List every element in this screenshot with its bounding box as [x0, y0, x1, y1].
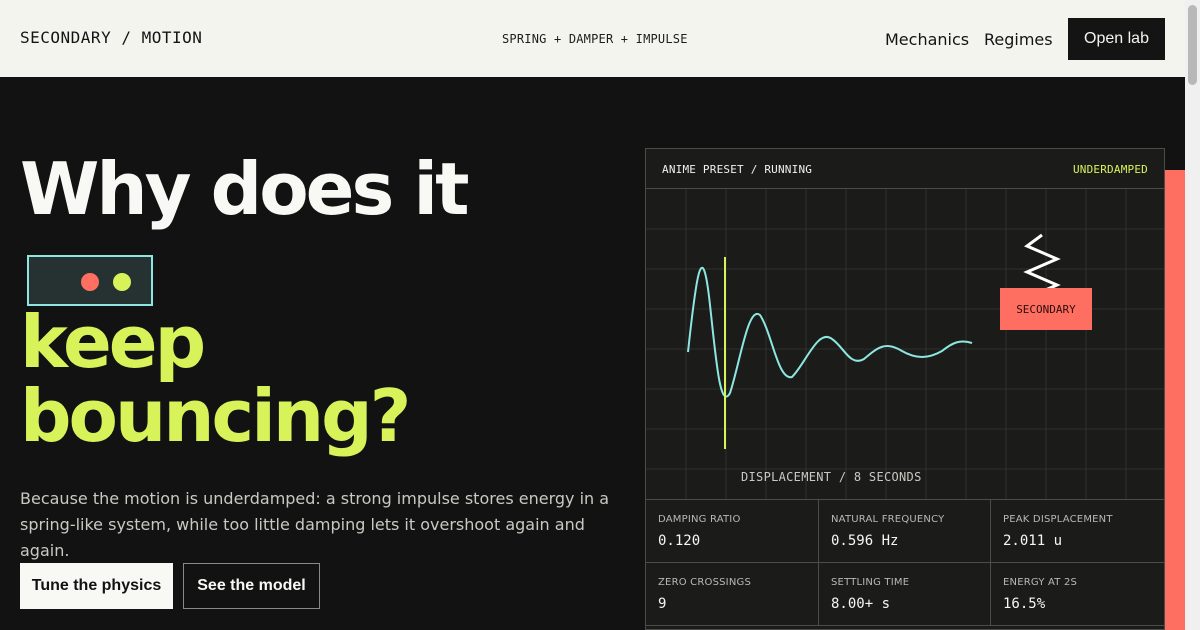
displacement-plot: [646, 189, 1164, 499]
stat-label: ZERO CROSSINGS: [658, 577, 751, 588]
stat-value: 16.5%: [1003, 596, 1046, 612]
two-dot-face-icon: [27, 255, 153, 306]
see-model-button[interactable]: See the model: [183, 563, 320, 609]
brand-logo-text[interactable]: SECONDARY / MOTION: [20, 28, 202, 47]
stat-value: 0.120: [658, 533, 701, 549]
scrollbar-thumb[interactable]: [1188, 5, 1197, 85]
stat-value: 8.00+ s: [831, 596, 891, 612]
physics-stats-grid: DAMPING RATIO 0.120 NATURAL FREQUENCY 0.…: [646, 499, 1164, 626]
plot-caption: DISPLACEMENT / 8 SECONDS: [741, 470, 922, 484]
stat-value: 0.596 Hz: [831, 533, 899, 549]
stat-value: 9: [658, 596, 667, 612]
stat-label: NATURAL FREQUENCY: [831, 514, 945, 525]
stat-label: DAMPING RATIO: [658, 514, 741, 525]
stat-settling-time: SETTLING TIME 8.00+ s: [819, 563, 991, 626]
physics-lab-panel: ANIME PRESET / RUNNING UNDERDAMPED SECON…: [645, 148, 1165, 630]
stat-damping-ratio: DAMPING RATIO 0.120: [646, 500, 819, 563]
hero-description: Because the motion is underdamped: a str…: [20, 489, 610, 560]
mass-label: SECONDARY: [1016, 302, 1076, 316]
stat-label: SETTLING TIME: [831, 577, 910, 588]
top-navigation-bar: SECONDARY / MOTION SPRING + DAMPER + IMP…: [0, 0, 1185, 77]
open-lab-button[interactable]: Open lab: [1068, 18, 1165, 60]
damping-state-label: UNDERDAMPED: [1072, 163, 1148, 176]
lab-preset-title: ANIME PRESET / RUNNING: [662, 163, 813, 176]
displacement-curve: [687, 266, 973, 398]
coral-dot-icon: [81, 273, 99, 291]
lab-panel-header: ANIME PRESET / RUNNING UNDERDAMPED: [646, 149, 1164, 189]
page-scrollbar[interactable]: [1185, 0, 1200, 630]
lime-dot-icon: [113, 273, 131, 291]
header-tagline: SPRING + DAMPER + IMPULSE: [502, 32, 688, 46]
stat-label: ENERGY AT 2S: [1003, 577, 1078, 588]
stat-peak-displacement: PEAK DISPLACEMENT 2.011 u: [991, 500, 1164, 563]
stat-zero-crossings: ZERO CROSSINGS 9: [646, 563, 819, 626]
hero-title-line-2: keep: [20, 300, 206, 384]
hero-title-line-1: Why does it: [20, 147, 470, 231]
nav-link-regimes[interactable]: Regimes: [984, 30, 1053, 49]
stat-value: 2.011 u: [1003, 533, 1063, 549]
stat-label: PEAK DISPLACEMENT: [1003, 514, 1113, 525]
hero-title-line-3: bouncing?: [20, 374, 411, 458]
nav-link-mechanics[interactable]: Mechanics: [885, 30, 969, 49]
tune-physics-button[interactable]: Tune the physics: [20, 563, 173, 609]
stat-natural-frequency: NATURAL FREQUENCY 0.596 Hz: [819, 500, 991, 563]
stat-energy-at-2s: ENERGY AT 2S 16.5%: [991, 563, 1164, 626]
coral-accent-band: [1165, 170, 1185, 630]
plot-grid: [646, 189, 1164, 499]
